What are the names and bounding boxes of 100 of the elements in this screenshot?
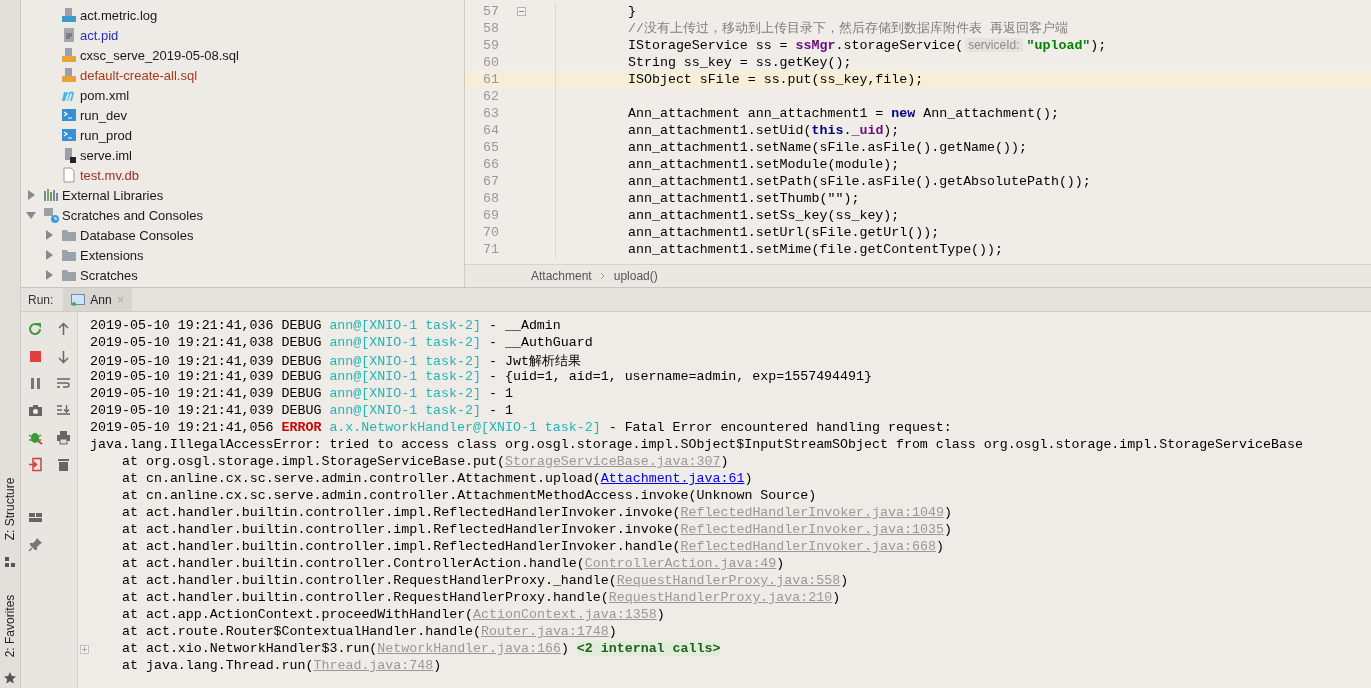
tree-item[interactable]: External Libraries <box>62 187 164 203</box>
expand-arrow-icon[interactable] <box>43 269 55 281</box>
exit-icon <box>27 456 43 472</box>
line-number: 58 <box>482 20 499 37</box>
folder-icon <box>61 247 77 263</box>
breadcrumb[interactable]: Attachment <box>531 268 592 283</box>
line-number: 69 <box>482 207 499 224</box>
console-line: java.lang.IllegalAccessError: tried to access class org.osgl.storage.impl.SObject$InputStreamSObject from class org.osgl.storage.impl.StorageServiceBase <box>90 437 1303 454</box>
tree-item[interactable]: run_prod <box>80 127 133 143</box>
code-line: Ann_attachment ann_attachment1 = new Ann_attachment(); <box>627 105 1059 122</box>
printer-icon <box>55 429 71 445</box>
line-number: 71 <box>482 241 499 258</box>
tree-item[interactable]: pom.xml <box>80 87 130 103</box>
console-line: 2019-05-10 19:21:41,036 DEBUG ann@[XNIO-1 task-2] - __Admin <box>90 318 561 335</box>
console-line: 2019-05-10 19:21:41,039 DEBUG ann@[XNIO-1 task-2] - 1 <box>90 386 513 403</box>
line-number: 66 <box>482 156 499 173</box>
structure-icon <box>4 555 16 568</box>
tree-item[interactable]: serve.iml <box>80 147 132 163</box>
source-link[interactable]: Attachment.java:61 <box>600 471 745 486</box>
stack-trace-line: at act.handler.builtin.controller.ControllerAction.handle(ControllerAction.java:49) <box>121 556 785 573</box>
tree-item[interactable]: Scratches <box>80 267 138 283</box>
stack-trace-line: at cn.anline.cx.sc.serve.admin.controller.AttachmentMethodAccess.invoke(Unknown Source) <box>121 488 817 505</box>
libraries-icon <box>43 187 59 203</box>
soft-wrap-icon <box>55 375 71 391</box>
stop-icon <box>27 348 43 364</box>
line-number: 60 <box>482 54 499 71</box>
breadcrumb[interactable]: upload() <box>613 268 658 283</box>
line-number: 64 <box>482 122 499 139</box>
tree-item[interactable]: act.metric.log <box>80 7 158 23</box>
expand-fold-icon[interactable] <box>80 645 89 654</box>
tree-item[interactable]: default-create-all.sql <box>80 67 198 83</box>
fold-icon[interactable] <box>517 7 526 16</box>
console-line: 2019-05-10 19:21:41,039 DEBUG ann@[XNIO-1 task-2] - Jwt解析结果 <box>90 353 581 369</box>
sql-file-icon <box>61 67 77 83</box>
code-line: ann_attachment1.setSs_key(ss_key); <box>627 207 900 224</box>
file-icon <box>61 167 77 183</box>
console-line: 2019-05-10 19:21:41,038 DEBUG ann@[XNIO-1 task-2] - __AuthGuard <box>90 335 593 352</box>
stack-trace-line: at act.handler.builtin.controller.impl.ReflectedHandlerInvoker.invoke(ReflectedHandlerInvoker.java:1049) <box>121 505 952 522</box>
down-arrow-icon <box>55 348 71 364</box>
stack-trace-line: at java.lang.Thread.run(Thread.java:748) <box>121 658 442 675</box>
stack-trace-line: at act.handler.builtin.controller.RequestHandlerProxy._handle(RequestHandlerProxy.java:558) <box>121 573 849 590</box>
log-file-icon <box>61 7 77 23</box>
tree-item[interactable]: act.pid <box>80 27 119 43</box>
stack-trace-line: at cn.anline.cx.sc.serve.admin.controller.Attachment.upload(Attachment.java:61) <box>121 471 753 488</box>
code-line: ann_attachment1.setPath(sFile.asFile().getAbsolutePath()); <box>627 173 1091 190</box>
line-number: 65 <box>482 139 499 156</box>
pin-icon <box>27 536 43 552</box>
code-line: ann_attachment1.setName(sFile.asFile().getName()); <box>627 139 1027 156</box>
folder-icon <box>61 227 77 243</box>
run-tab[interactable]: Ann × <box>63 288 133 311</box>
terminal-icon <box>61 107 77 123</box>
console-line: 2019-05-10 19:21:41,039 DEBUG ann@[XNIO-1 task-2] - {uid=1, aid=1, username=admin, exp=1557494491} <box>90 369 872 386</box>
code-line: ann_attachment1.setMime(file.getContentType()); <box>627 241 1004 258</box>
stack-trace-line: at org.osgl.storage.impl.StorageServiceBase.put(StorageServiceBase.java:307) <box>121 454 729 471</box>
line-number: 59 <box>482 37 499 54</box>
code-line: //没有上传过，移动到上传目录下，然后存储到数据库附件表 再返回客户端 <box>627 20 1068 37</box>
tree-item[interactable]: run_dev <box>80 107 127 123</box>
expand-arrow-icon[interactable] <box>43 249 55 261</box>
line-number: 70 <box>482 224 499 241</box>
folder-icon <box>61 267 77 283</box>
code-line: } <box>627 3 636 20</box>
code-line: String ss_key = ss.getKey(); <box>627 54 852 71</box>
terminal-icon <box>61 127 77 143</box>
console-line: 2019-05-10 19:21:41,039 DEBUG ann@[XNIO-1 task-2] - 1 <box>90 403 513 420</box>
run-label: Run: <box>27 291 55 309</box>
code-line: ann_attachment1.setUrl(sFile.getUrl()); <box>627 224 940 241</box>
code-line: ISObject sFile = ss.put(ss_key,file); <box>627 71 924 88</box>
console-icon <box>71 293 86 306</box>
line-number: 68 <box>482 190 499 207</box>
tree-item[interactable]: test.mv.db <box>80 167 139 183</box>
tool-window-tab[interactable]: 2: Favorites <box>0 585 20 684</box>
code-line: IStorageService ss = ssMgr.storageService( serviceId: "upload"); <box>627 37 1107 54</box>
line-number: 63 <box>482 105 499 122</box>
stack-trace-line: at act.handler.builtin.controller.RequestHandlerProxy.handle(RequestHandlerProxy.java:210) <box>121 590 841 607</box>
camera-icon <box>27 402 43 418</box>
line-number: 57 <box>482 3 499 20</box>
expand-arrow-icon[interactable] <box>43 229 55 241</box>
chevron-icon <box>599 271 606 280</box>
tree-item[interactable]: cxsc_serve_2019-05-08.sql <box>80 47 239 63</box>
star-icon <box>4 672 16 684</box>
stack-trace-line: at act.xio.NetworkHandler$3.run(NetworkHandler.java:166) <2 internal calls> <box>121 641 721 658</box>
trash-icon <box>55 456 71 472</box>
tool-window-tab[interactable]: Z: Structure <box>0 469 20 568</box>
collapse-arrow-icon[interactable] <box>25 209 37 221</box>
line-number: 67 <box>482 173 499 190</box>
tree-item[interactable]: Extensions <box>80 247 144 263</box>
stack-trace-line: at act.route.Router$ContextualHandler.handle(Router.java:1748) <box>121 624 617 641</box>
text-file-icon <box>61 27 77 43</box>
sql-file-icon <box>61 47 77 63</box>
console-line: 2019-05-10 19:21:41,056 ERROR a.x.NetworkHandler@[XNIO-1 task-2] - Fatal Error encountered handling request: <box>90 420 952 437</box>
expand-arrow-icon[interactable] <box>25 189 37 201</box>
code-line: ann_attachment1.setModule(module); <box>627 156 900 173</box>
code-line: ann_attachment1.setThumb(""); <box>627 190 860 207</box>
scratches-icon <box>43 207 59 223</box>
code-line: ann_attachment1.setUid(this._uid); <box>627 122 900 139</box>
tree-item[interactable]: Database Consoles <box>80 227 194 243</box>
tree-item[interactable]: Scratches and Consoles <box>62 207 203 223</box>
line-number: 62 <box>482 88 499 105</box>
rerun-icon <box>27 321 43 337</box>
stack-trace-line: at act.handler.builtin.controller.impl.ReflectedHandlerInvoker.invoke(ReflectedHandlerInvoker.java:1035) <box>121 522 952 539</box>
